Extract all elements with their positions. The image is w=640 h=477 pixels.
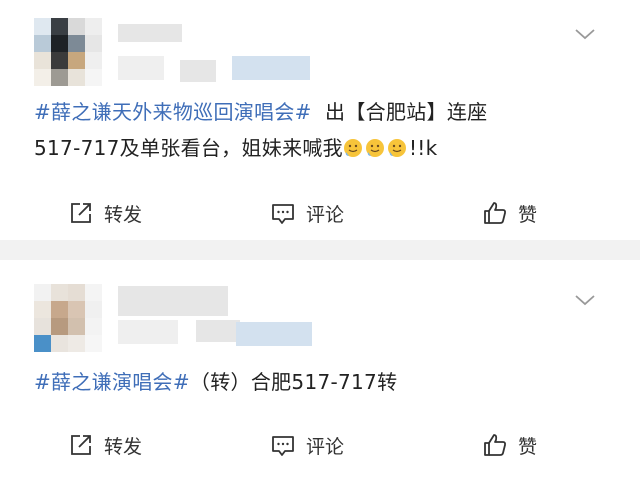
timestamp-blurred <box>118 320 178 344</box>
post-content: #薛之谦演唱会#（转）合肥517-717转 <box>34 364 624 400</box>
source-blurred <box>236 322 312 346</box>
like-label: 赞 <box>518 435 538 458</box>
post-line: 517-717及单张看台，姐妹来喊我 !!k <box>34 130 624 166</box>
share-icon <box>71 435 91 455</box>
post-text: 517-717及单张看台，姐妹来喊我 <box>34 136 343 160</box>
chevron-down-icon[interactable] <box>574 26 596 42</box>
username-blurred[interactable] <box>118 286 228 316</box>
comment-icon <box>272 204 294 224</box>
action-bar: 转发 评论 赞 <box>0 193 640 233</box>
repost-button[interactable]: 转发 <box>68 425 142 465</box>
post-line: #薛之谦演唱会#（转）合肥517-717转 <box>34 364 624 400</box>
like-label: 赞 <box>518 203 538 226</box>
thumbs-up-icon <box>484 202 506 224</box>
comment-button[interactable]: 评论 <box>270 425 344 465</box>
post-divider <box>0 240 640 260</box>
like-button[interactable]: 赞 <box>482 193 537 233</box>
smiling-face-emoji-icon <box>387 139 406 157</box>
source-blurred <box>232 56 310 80</box>
post-line: #薛之谦天外来物巡回演唱会# 出【合肥站】连座 <box>34 94 624 130</box>
post-card: #薛之谦演唱会#（转）合肥517-717转 转发 评论 赞 <box>0 260 640 477</box>
hashtag-link[interactable]: #薛之谦天外来物巡回演唱会# <box>34 100 312 124</box>
comment-icon <box>272 436 294 456</box>
source-blurred <box>180 60 216 82</box>
smiling-face-emoji-icon <box>343 139 362 157</box>
repost-button[interactable]: 转发 <box>68 193 142 233</box>
hashtag-link[interactable]: #薛之谦演唱会# <box>34 370 190 394</box>
comment-button[interactable]: 评论 <box>270 193 344 233</box>
post-text: !!k <box>408 136 438 160</box>
chevron-down-icon[interactable] <box>574 292 596 308</box>
like-button[interactable]: 赞 <box>482 425 537 465</box>
thumbs-up-icon <box>484 434 506 456</box>
post-text: （转）合肥517-717转 <box>189 370 398 394</box>
avatar[interactable] <box>34 18 102 86</box>
repost-label: 转发 <box>104 435 143 458</box>
comment-label: 评论 <box>306 435 345 458</box>
username-blurred[interactable] <box>118 24 182 42</box>
source-blurred <box>196 320 240 342</box>
share-icon <box>71 203 91 223</box>
comment-label: 评论 <box>306 203 345 226</box>
smiling-face-emoji-icon <box>365 139 384 157</box>
avatar[interactable] <box>34 284 102 352</box>
post-card: #薛之谦天外来物巡回演唱会# 出【合肥站】连座 517-717及单张看台，姐妹来… <box>0 0 640 240</box>
post-text: 出【合肥站】连座 <box>325 100 488 124</box>
post-content: #薛之谦天外来物巡回演唱会# 出【合肥站】连座 517-717及单张看台，姐妹来… <box>34 94 624 166</box>
timestamp-blurred <box>118 56 164 80</box>
action-bar: 转发 评论 赞 <box>0 425 640 465</box>
repost-label: 转发 <box>104 203 143 226</box>
